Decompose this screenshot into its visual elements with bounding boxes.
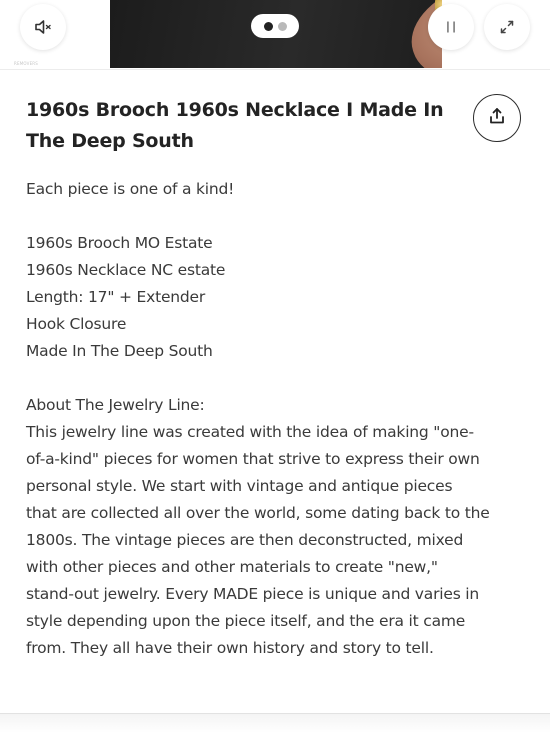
tagline: Each piece is one of a kind! xyxy=(26,180,235,198)
about-line: from. They all have their own history an… xyxy=(26,639,434,657)
detail-line: Length: 17" + Extender xyxy=(26,288,206,306)
about-line: with other pieces and other materials to… xyxy=(26,558,438,576)
about-line: of-a-kind" pieces for women that strive … xyxy=(26,450,480,468)
pause-button[interactable] xyxy=(428,4,474,50)
detail-line: 1960s Brooch MO Estate xyxy=(26,234,213,252)
slide-dot-inactive[interactable] xyxy=(277,21,287,31)
bottom-edge xyxy=(0,714,550,733)
listing-title: 1960s Brooch 1960s Necklace I Made In Th… xyxy=(26,99,444,152)
detail-line: Hook Closure xyxy=(26,315,127,333)
detail-line: 1960s Necklace NC estate xyxy=(26,261,226,279)
share-button[interactable] xyxy=(473,94,521,142)
about-line: This jewelry line was created with the i… xyxy=(26,423,474,441)
about-line: 1800s. The vintage pieces are then decon… xyxy=(26,531,464,549)
divider xyxy=(0,69,550,70)
listing-description: Each piece is one of a kind! 1960s Brooc… xyxy=(26,176,526,662)
video-player[interactable]: REMOVERS xyxy=(0,0,550,70)
about-line: style depending upon the piece itself, a… xyxy=(26,612,466,630)
detail-line: Made In The Deep South xyxy=(26,342,213,360)
video-watermark: REMOVERS xyxy=(14,61,39,66)
about-line: that are collected all over the world, s… xyxy=(26,504,490,522)
pause-icon xyxy=(443,19,459,35)
about-line: stand-out jewelry. Every MADE piece is u… xyxy=(26,585,480,603)
expand-icon xyxy=(498,18,516,36)
expand-button[interactable] xyxy=(484,4,530,50)
slide-indicator[interactable] xyxy=(251,14,299,38)
about-line: personal style. We start with vintage an… xyxy=(26,477,453,495)
mute-button[interactable] xyxy=(20,4,66,50)
speaker-mute-icon xyxy=(33,17,53,37)
share-upload-icon xyxy=(487,106,507,130)
slide-dot-active[interactable] xyxy=(263,21,273,31)
about-heading: About The Jewelry Line: xyxy=(26,396,205,414)
